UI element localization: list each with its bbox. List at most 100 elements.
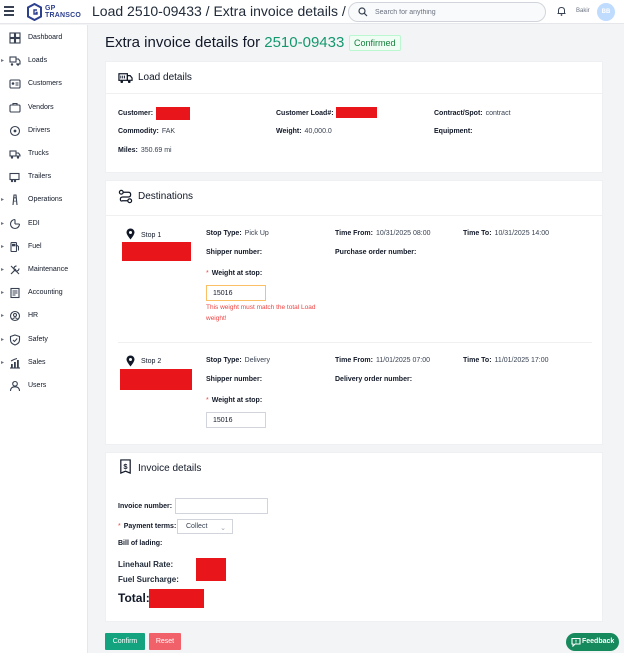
customers-icon bbox=[9, 79, 21, 89]
trucks-icon bbox=[9, 150, 21, 159]
destinations-card: Destinations Stop 1 Stop Type: Pick Up Ti… bbox=[105, 180, 603, 445]
stop-2-weight-input[interactable] bbox=[206, 412, 266, 428]
stop-1-shipper-label: Shipper number bbox=[206, 249, 260, 256]
stop-2-label: Stop 2 bbox=[141, 358, 162, 365]
bill-of-lading-field: Bill of lading: bbox=[118, 540, 163, 547]
sidebar-item-label: Fuel bbox=[28, 242, 42, 250]
stop-1-order-label: Purchase order number bbox=[335, 249, 414, 256]
stop-1-time-to-value: 10/31/2025 14:00 bbox=[494, 230, 550, 237]
company-logo[interactable]: GP TRANSCO bbox=[27, 3, 81, 21]
stop-1-shipper: Shipper number: bbox=[206, 249, 263, 256]
sidebar-item-maintenance[interactable]: ▸ Maintenance bbox=[0, 260, 88, 280]
sidebar-item-label: EDI bbox=[28, 219, 40, 227]
caret-right-icon: ▸ bbox=[1, 243, 5, 250]
sidebar-item-label: Sales bbox=[28, 358, 46, 366]
destinations-title: Destinations bbox=[138, 191, 194, 202]
load-details-header: Load details bbox=[106, 62, 602, 94]
sidebar-item-fuel[interactable]: ▸ Fuel bbox=[0, 237, 88, 257]
caret-right-icon: ▸ bbox=[1, 336, 5, 343]
caret-right-icon: ▸ bbox=[1, 58, 5, 65]
breadcrumb: Load 2510-09433 / Extra invoice details … bbox=[92, 3, 346, 19]
sidebar-item-customers[interactable]: Customers bbox=[0, 74, 88, 94]
page-title: Extra invoice details for 2510-09433 bbox=[105, 34, 344, 51]
sidebar-item-loads[interactable]: ▸ Loads bbox=[0, 51, 88, 71]
search-icon bbox=[358, 7, 368, 17]
sidebar-item-dashboard[interactable]: Dashboard bbox=[0, 28, 88, 48]
stop-2-time-from-value: 11/01/2025 07:00 bbox=[376, 357, 430, 364]
customer-load-label: Customer Load# bbox=[276, 110, 332, 117]
sidebar-item-sales[interactable]: ▸ Sales bbox=[0, 353, 88, 373]
sidebar-item-safety[interactable]: ▸ Safety bbox=[0, 330, 88, 350]
contract-spot-label: Contract/Spot bbox=[434, 110, 481, 117]
invoice-details-title: Invoice details bbox=[138, 463, 202, 474]
location-pin-icon bbox=[126, 355, 135, 367]
user-name[interactable]: Bakir bbox=[576, 8, 590, 14]
confirm-button[interactable]: Confirm bbox=[105, 633, 145, 650]
sidebar-item-label: Dashboard bbox=[28, 34, 63, 41]
stop-2-order-label: Delivery order number bbox=[335, 376, 410, 383]
notification-bell-icon[interactable] bbox=[557, 6, 566, 16]
sidebar-item-vendors[interactable]: Vendors bbox=[0, 98, 88, 118]
page-title-text: Extra invoice details for bbox=[105, 34, 261, 51]
loads-icon bbox=[9, 56, 21, 66]
sidebar-item-operations[interactable]: ▸ Operations bbox=[0, 190, 88, 210]
stop-1-type-label: Stop Type bbox=[206, 230, 240, 237]
destinations-header: Destinations bbox=[106, 181, 602, 216]
stop-1-time-from-value: 10/31/2025 08:00 bbox=[376, 230, 431, 237]
trailers-icon bbox=[9, 173, 20, 183]
stop-1-time-to: Time To: 10/31/2025 14:00 bbox=[463, 230, 550, 237]
fuel-icon bbox=[10, 241, 19, 252]
invoice-number-input[interactable] bbox=[175, 498, 268, 514]
top-bar: GP TRANSCO Load 2510-09433 / Extra invoi… bbox=[0, 0, 624, 24]
payment-terms-select[interactable]: Collect ⌄ bbox=[177, 519, 233, 534]
caret-right-icon: ▸ bbox=[1, 313, 5, 320]
drivers-icon bbox=[9, 125, 21, 136]
caret-right-icon: ▸ bbox=[1, 197, 5, 204]
sidebar-item-label: Vendors bbox=[28, 103, 54, 111]
sidebar-item-trucks[interactable]: Trucks bbox=[0, 144, 88, 164]
stop-1-label: Stop 1 bbox=[141, 232, 162, 239]
weight-label: Weight bbox=[276, 128, 300, 135]
reset-button[interactable]: Reset bbox=[149, 633, 181, 650]
stop-1-weight: * Weight at stop: bbox=[206, 270, 263, 277]
customer-load-redaction bbox=[336, 107, 377, 118]
feedback-button[interactable]: Feedback bbox=[566, 633, 619, 651]
customer-field: Customer: bbox=[118, 110, 154, 117]
caret-right-icon: ▸ bbox=[1, 359, 5, 366]
contract-spot-value: contract bbox=[485, 110, 511, 117]
fuel-surcharge-field: Fuel Surcharge: bbox=[118, 575, 179, 584]
sidebar-item-hr[interactable]: ▸ HR bbox=[0, 306, 88, 326]
sidebar-item-edi[interactable]: ▸ EDI bbox=[0, 214, 88, 234]
users-icon bbox=[9, 380, 21, 392]
avatar[interactable]: BB bbox=[597, 3, 615, 21]
sidebar-item-drivers[interactable]: Drivers bbox=[0, 121, 88, 141]
sidebar-item-label: Accounting bbox=[28, 289, 63, 297]
search-input[interactable] bbox=[375, 7, 535, 18]
stop-2-type-value: Delivery bbox=[244, 357, 270, 364]
chevron-down-icon: ⌄ bbox=[220, 525, 226, 532]
linehaul-field: Linehaul Rate: bbox=[118, 560, 173, 569]
stop-2-type: Stop Type: Delivery bbox=[206, 357, 270, 364]
hamburger-menu-icon[interactable] bbox=[4, 6, 14, 16]
payment-terms-label: Payment terms bbox=[123, 523, 174, 530]
stop-2-time-from: Time From: 11/01/2025 07:00 bbox=[335, 357, 430, 364]
svg-text:$: $ bbox=[123, 462, 128, 471]
stop-2-weight-label: Weight at stop bbox=[211, 397, 260, 404]
payment-terms-value: Collect bbox=[186, 523, 208, 530]
stop-2-time-from-label: Time From bbox=[335, 357, 371, 364]
load-id: 2510-09433 bbox=[264, 34, 345, 51]
stop-1-weight-label: Weight at stop bbox=[211, 270, 260, 277]
invoice-number-label: Invoice number: bbox=[118, 503, 173, 510]
total-label: Total: bbox=[118, 591, 150, 605]
stop-1-weight-input[interactable] bbox=[206, 285, 266, 301]
sidebar-item-users[interactable]: Users bbox=[0, 376, 88, 396]
total-redaction bbox=[149, 589, 204, 608]
fuel-surcharge-label: Fuel Surcharge: bbox=[118, 575, 179, 584]
safety-icon bbox=[9, 334, 21, 346]
sidebar-item-trailers[interactable]: Trailers bbox=[0, 167, 88, 187]
weight-value: 40,000.0 bbox=[304, 128, 332, 135]
commodity-value: FAK bbox=[161, 128, 176, 135]
search-bar[interactable] bbox=[348, 2, 546, 22]
sidebar-item-accounting[interactable]: ▸ Accounting bbox=[0, 283, 88, 303]
status-badge: Confirmed bbox=[349, 35, 401, 51]
